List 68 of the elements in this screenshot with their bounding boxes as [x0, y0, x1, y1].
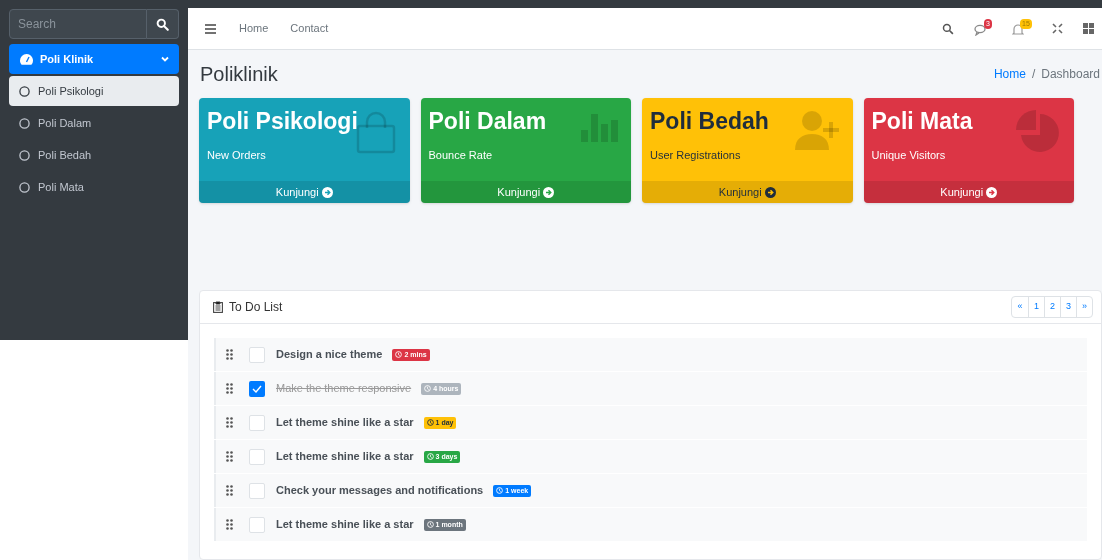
page-link[interactable]: «	[1012, 297, 1028, 317]
drag-handle-icon[interactable]	[226, 383, 233, 394]
nav-link[interactable]: Home	[239, 20, 269, 37]
todo-text: Let theme shine like a star	[276, 449, 414, 465]
circle-icon	[19, 181, 30, 193]
breadcrumb-link[interactable]: Home	[993, 65, 1026, 83]
todo-text: Let theme shine like a star	[276, 415, 414, 431]
todo-text: Design a nice theme	[276, 347, 383, 363]
arrow-circle-icon	[543, 186, 555, 198]
fullscreen-icon[interactable]	[1052, 23, 1063, 34]
circle-icon	[19, 149, 30, 161]
breadcrumb-current: Dashboard	[1041, 66, 1100, 83]
todo-text: Make the theme responsive	[276, 381, 412, 397]
grid-icon[interactable]	[1083, 23, 1094, 34]
user-plus-icon	[794, 110, 841, 150]
page-link[interactable]: 1	[1028, 297, 1044, 317]
page-title: Poliklinik	[200, 62, 278, 87]
search-icon	[156, 17, 169, 31]
checkbox[interactable]	[249, 448, 265, 465]
checkbox[interactable]	[249, 414, 265, 431]
page-link[interactable]: 2	[1044, 297, 1060, 317]
menu-icon[interactable]	[205, 23, 216, 34]
menu-item[interactable]: Poli Psikologi	[9, 76, 179, 106]
search-icon[interactable]	[942, 22, 954, 35]
arrow-circle-icon	[764, 186, 776, 198]
drag-handle-icon[interactable]	[226, 519, 233, 530]
drag-handle-icon[interactable]	[226, 485, 233, 496]
arrow-circle-icon	[986, 186, 998, 198]
card-title: Poli Psikologi	[207, 107, 358, 135]
todo-text: Let theme shine like a star	[276, 517, 414, 533]
checkbox[interactable]	[249, 516, 265, 533]
circle-icon	[19, 85, 30, 97]
check-icon	[252, 384, 262, 393]
search-button[interactable]	[147, 9, 179, 39]
card-footer-link[interactable]: Kunjungi	[642, 181, 853, 203]
page-link[interactable]: »	[1076, 297, 1092, 317]
card-footer-link[interactable]: Kunjungi	[199, 181, 410, 203]
circle-icon	[19, 117, 30, 129]
checkbox[interactable]	[249, 346, 265, 363]
card-title: Poli Mata	[871, 107, 973, 135]
menu-item[interactable]: Poli Bedah	[9, 140, 179, 170]
checkbox[interactable]	[249, 482, 265, 499]
drag-handle-icon[interactable]	[226, 349, 233, 360]
clipboard-icon	[213, 301, 223, 313]
nav-link[interactable]: Contact	[290, 20, 329, 37]
card-title: Poli Bedah	[650, 107, 769, 135]
card-subtitle: User Registrations	[650, 148, 741, 163]
chat-icon	[974, 23, 988, 36]
menu-item[interactable]: Poli Dalam	[9, 108, 179, 138]
card-title: Poli Dalam	[428, 107, 547, 135]
menu-item[interactable]: Poli Klinik	[9, 44, 179, 74]
page-link[interactable]: 3	[1060, 297, 1076, 317]
bell-icon	[1012, 22, 1024, 36]
dashboard-icon	[19, 52, 34, 66]
todo-text: Check your messages and notifications	[276, 483, 484, 499]
card-subtitle: Unique Visitors	[871, 148, 946, 163]
menu-item[interactable]: Poli Mata	[9, 172, 179, 202]
drag-handle-icon[interactable]	[226, 451, 233, 462]
drag-handle-icon[interactable]	[226, 417, 233, 428]
card-subtitle: Bounce Rate	[428, 148, 493, 163]
card-footer-link[interactable]: Kunjungi	[863, 181, 1074, 203]
checkbox[interactable]	[249, 380, 265, 397]
arrow-circle-icon	[321, 186, 333, 198]
card-title: To Do List	[229, 299, 283, 316]
card-subtitle: New Orders	[207, 148, 266, 163]
card-footer-link[interactable]: Kunjungi	[420, 181, 631, 203]
breadcrumb-separator: /	[1031, 66, 1036, 83]
search-field[interactable]: Search	[9, 9, 147, 39]
